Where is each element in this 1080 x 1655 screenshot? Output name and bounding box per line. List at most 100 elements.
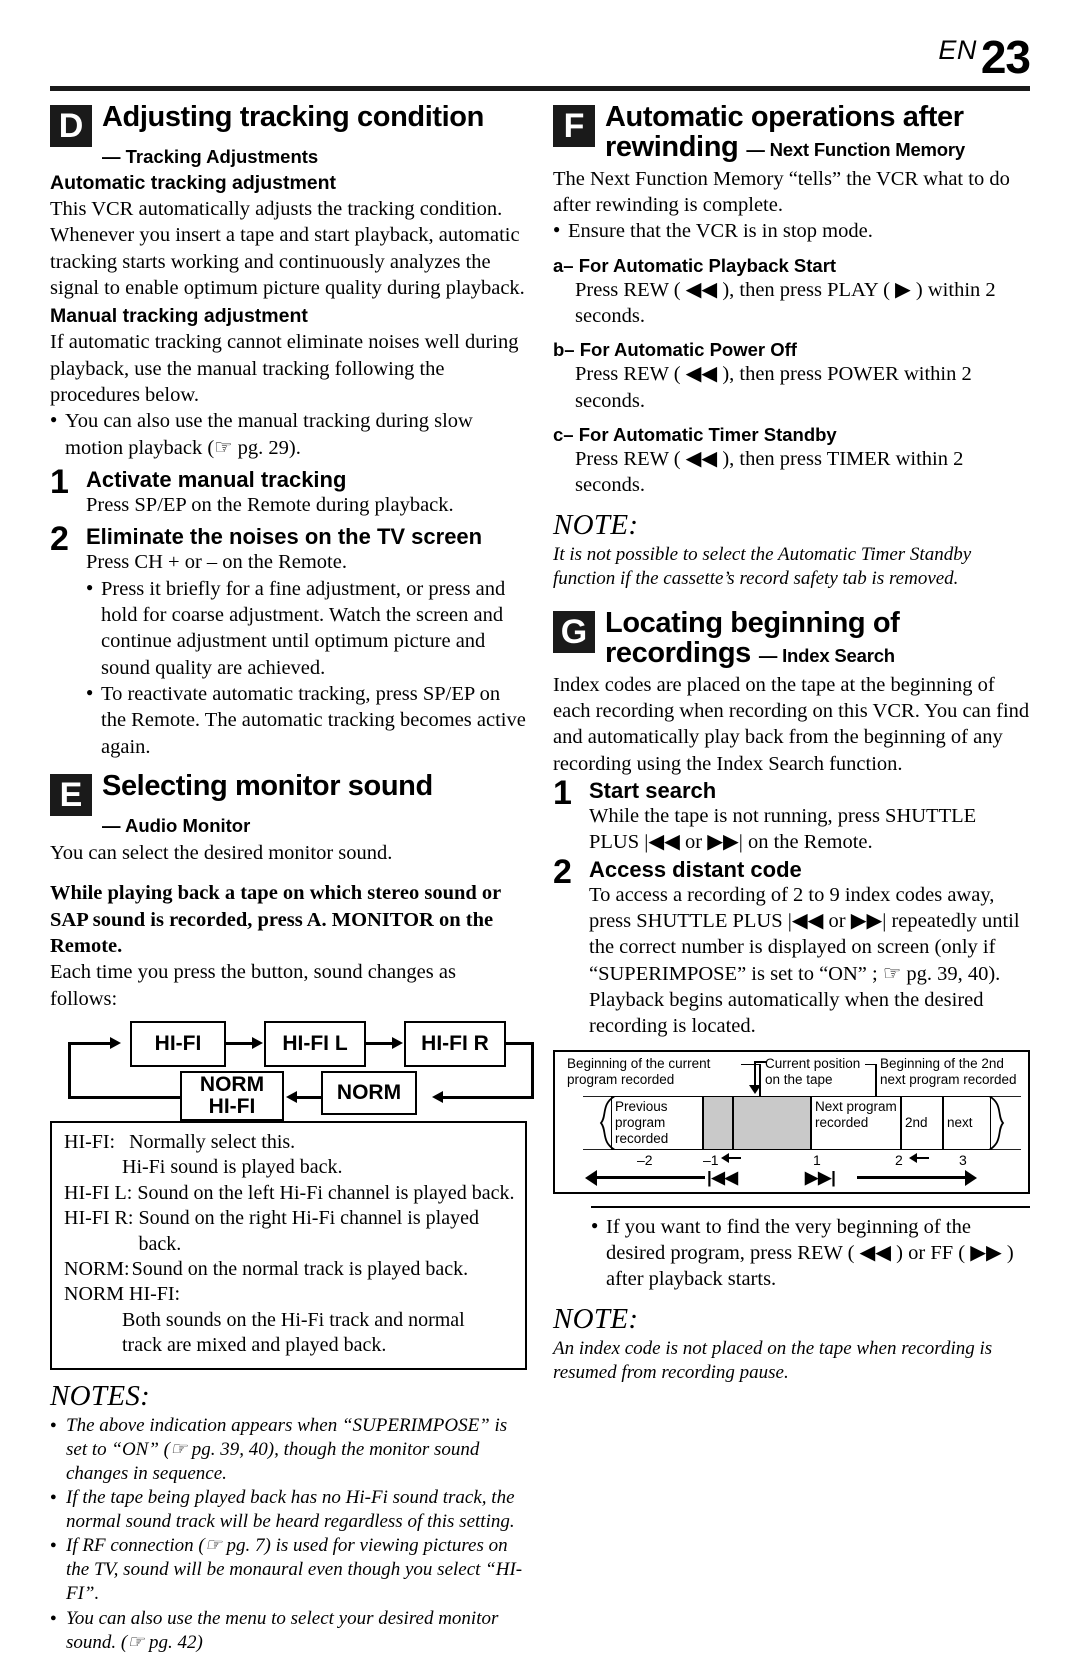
tick-arrow-left-icon (721, 1152, 729, 1163)
section-f-subtitle: — Next Function Memory (746, 138, 965, 160)
tape-segment-next2: next (943, 1095, 991, 1150)
step-content: Access distant code To access a recordin… (589, 858, 1030, 1040)
ff-arrow-right-icon (965, 1169, 977, 1186)
note-title: NOTE: (553, 508, 639, 541)
auto-tracking-heading: Automatic tracking adjustment (50, 172, 337, 194)
flow-connector (68, 1042, 71, 1100)
legend-value: Sound on the normal track is played back… (131, 1258, 469, 1281)
legend-value: Sound on the left Hi-Fi channel is playe… (137, 1181, 515, 1204)
manual-tracking-bullets: You can also use the manual tracking dur… (50, 408, 527, 461)
step-title: Activate manual tracking (86, 466, 347, 492)
item-body: Press REW ( ◀◀ ), then press PLAY ( ▶ ) … (575, 278, 996, 328)
section-g-intro: Index codes are placed on the tape at th… (553, 673, 1030, 775)
section-d-badge: D (50, 105, 92, 147)
section-e-heading: E Selecting monitor sound (50, 770, 527, 817)
flow-arrow-left-icon (432, 1091, 443, 1104)
left-column: D Adjusting tracking condition — Trackin… (50, 102, 534, 1655)
step-number: 1 (553, 773, 572, 812)
index-step-1: 1 Start search While the tape is not run… (553, 773, 1030, 856)
tape-segment-next: Next program recorded (811, 1095, 901, 1150)
legend-row: NORM: Sound on the normal track is playe… (64, 1257, 515, 1282)
section-d: D Adjusting tracking condition — Trackin… (50, 102, 527, 760)
section-d-subtitle: — Tracking Adjustments (102, 146, 319, 167)
notes-title: NOTES: (50, 1379, 151, 1412)
list-item: The above indication appears when “SUPER… (50, 1414, 527, 1486)
flow-connector (226, 1042, 252, 1046)
page-number: 23 (980, 31, 1031, 83)
tape-left-edge-icon (583, 1095, 615, 1150)
section-divider (591, 1205, 1030, 1208)
monitor-instruction-bold: While playing back a tape on which stere… (50, 882, 501, 958)
legend-value: Both sounds on the Hi-Fi track and norma… (122, 1308, 465, 1331)
section-g-final-bullets: If you want to find the very beginning o… (591, 1214, 1030, 1293)
legend-key: HI-FI L: (64, 1181, 133, 1204)
legend-key: HI-FI: (64, 1131, 116, 1154)
step-body-text: To access a recording of 2 to 9 index co… (589, 883, 1020, 1038)
item-label: a– For Automatic Playback Start (553, 254, 837, 276)
tape-segment-current (733, 1095, 811, 1150)
step-title: Eliminate the noises on the TV screen (86, 524, 483, 550)
flow-arrow-left-icon (286, 1091, 297, 1104)
legend-key: NORM HI-FI: (64, 1283, 181, 1306)
item-body: Press REW ( ◀◀ ), then press TIMER withi… (575, 448, 964, 497)
tick-arrow-left-icon (909, 1152, 917, 1163)
legend-row: HI-FI R: Sound on the right Hi-Fi channe… (64, 1206, 515, 1257)
tape-tick-2: 2 (895, 1151, 903, 1168)
list-item: If the tape being played back has no Hi-… (50, 1486, 527, 1534)
item-label: b– For Automatic Power Off (553, 339, 797, 361)
flow-connector (297, 1096, 323, 1100)
monitor-instruction-plain: Each time you press the button, sound ch… (50, 961, 456, 1010)
header-rule (50, 86, 1030, 91)
note-title: NOTE: (553, 1302, 639, 1335)
step-body-text: While the tape is not running, press SHU… (589, 805, 977, 854)
step-content: Activate manual tracking Press SP/EP on … (86, 468, 527, 518)
flow-arrow-right-icon (252, 1037, 263, 1050)
tape-tick-1: 1 (813, 1151, 821, 1168)
section-g-title-line1: Locating beginning of (605, 606, 900, 639)
tick-hook (915, 1156, 929, 1159)
legend-key: HI-FI R: (64, 1207, 134, 1230)
flow-connector (531, 1042, 534, 1100)
section-f-intro: The Next Function Memory “tells” the VCR… (553, 167, 1010, 217)
auto-tracking-body: This VCR automatically adjusts the track… (50, 198, 525, 299)
step-number: 1 (50, 462, 69, 501)
audio-monitor-legend: HI-FI: Normally select this. Hi-Fi sound… (50, 1121, 527, 1370)
list-item: To reactivate automatic tracking, press … (86, 681, 527, 760)
flow-connector (506, 1042, 534, 1046)
flow-connector (443, 1096, 534, 1100)
manual-page: EN23 D Adjusting tracking condition — Tr… (0, 0, 1080, 1653)
list-item: You can also use the menu to select your… (50, 1607, 527, 1655)
flow-box-norm-hifi: NORM HI-FI (180, 1071, 284, 1122)
section-g-badge: G (553, 610, 595, 653)
current-pos-arrow-icon (749, 1084, 761, 1094)
two-column-layout: D Adjusting tracking condition — Trackin… (50, 102, 1030, 1655)
step-content: Eliminate the noises on the TV screen Pr… (86, 525, 527, 760)
tape-segment-previous: Previous program recorded (611, 1095, 703, 1150)
step-number: 2 (553, 852, 572, 891)
section-e-title: Selecting monitor sound (102, 770, 433, 803)
page-header: EN23 (50, 30, 1031, 92)
tape-right-edge-icon (989, 1095, 1021, 1150)
note-body: An index code is not placed on the tape … (553, 1337, 993, 1383)
section-g-title-line2: recordings (605, 636, 751, 669)
diagram-callout-left: Beginning of the current program recorde… (567, 1055, 711, 1087)
flow-box-hifi-r: HI-FI R (404, 1021, 506, 1068)
section-g-subtitle: — Index Search (758, 644, 895, 666)
section-f-intro-bullets: Ensure that the VCR is in stop mode. (553, 218, 1030, 244)
callout-leader (875, 1063, 877, 1096)
step-content: Start search While the tape is not runni… (589, 779, 1030, 856)
step-body-text: Press CH + or – on the Remote. (86, 551, 347, 574)
step-2: 2 Eliminate the noises on the TV screen … (50, 522, 527, 760)
note-body: It is not possible to select the Automat… (553, 543, 972, 589)
tape-tick-3: 3 (959, 1151, 967, 1168)
legend-value: track are mixed and played back. (122, 1334, 387, 1357)
audio-monitor-flow-diagram: HI-FI HI-FI L HI-FI R NORM NORM HI-FI (68, 1021, 534, 1122)
legend-value: Sound on the right Hi-Fi channel is play… (138, 1207, 479, 1255)
list-item: Press it briefly for a fine adjustment, … (86, 576, 527, 681)
section-g-title-line2-row: recordings — Index Search (605, 636, 899, 669)
callout-leader (865, 1063, 877, 1066)
section-f-badge: F (553, 105, 595, 147)
legend-value: Hi-Fi sound is played back. (122, 1156, 343, 1179)
list-item: Ensure that the VCR is in stop mode. (553, 218, 1030, 244)
tick-hook (727, 1156, 741, 1159)
